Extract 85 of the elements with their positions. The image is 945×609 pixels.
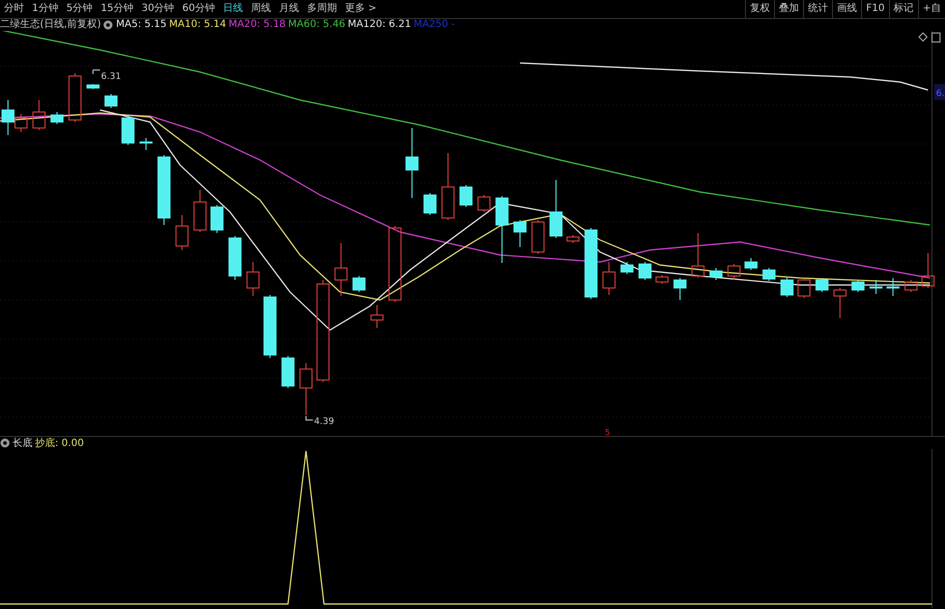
indicator-value: 抄底: 0.00 [35,436,84,450]
toolbar-button[interactable]: 统计 [803,0,832,18]
candlestick [50,112,64,124]
toolbar-button[interactable]: F10 [861,0,889,18]
panel-icon[interactable] [932,32,940,42]
toolbar-button[interactable]: 叠加 [774,0,804,18]
candlestick [140,138,152,150]
candlestick [246,262,260,296]
candlestick [728,264,740,280]
settings-icon[interactable] [0,438,10,448]
candlestick [886,278,900,296]
candlestick [406,128,418,198]
candlestick [710,268,722,280]
candlestick [550,180,562,238]
period-tab[interactable]: 30分钟 [137,0,178,18]
candlestick [566,234,580,244]
moving-average-value: MA5: 5.15 [116,19,167,31]
candlestick [460,184,472,208]
candlestick [300,362,312,416]
toolbar-button[interactable]: +自 [918,0,945,18]
period-tab[interactable]: 1分钟 [28,0,62,18]
candlestick [834,288,846,318]
candlestick [762,268,776,282]
candlestick [282,356,294,388]
candlestick [798,278,810,298]
moving-average-value: MA250 - [414,19,455,31]
candlestick [210,204,224,234]
candlestick [334,242,348,296]
candlestick [816,278,828,292]
candlestick [620,262,634,274]
toolbar-button[interactable]: 标记 [888,0,918,18]
candlestick [442,152,454,220]
candlestick [584,228,598,300]
candlestick [744,258,758,270]
period-tab[interactable]: 更多 > [340,0,381,18]
settings-icon[interactable] [103,20,114,30]
period-tab[interactable]: 多周期 [302,0,341,18]
candlestick [656,274,668,284]
candlestick [496,196,508,264]
moving-average-value: MA60: 5.46 [288,19,346,31]
moving-average-value: MA120: 6.21 [348,19,412,31]
candlestick [424,192,436,216]
period-tab[interactable]: 周线 [246,0,275,18]
period-tab[interactable]: 15分钟 [96,0,138,18]
candlestick [602,262,616,296]
period-tab[interactable]: 60分钟 [178,0,219,18]
period-tab[interactable]: 5分钟 [62,0,97,18]
candlestick [370,304,384,328]
candlestick [904,280,918,292]
moving-average-value: MA10: 5.14 [169,19,226,31]
candlestick [264,294,276,358]
chart-title: 二绿生态(日线,前复权) [0,19,101,31]
diamond-icon[interactable] [918,32,928,42]
candlestick [352,276,366,292]
candlestick [68,72,82,122]
indicator-name: 长底 [12,436,32,450]
candlestick [922,252,934,288]
candlestick [86,84,100,90]
candlestick [852,280,864,292]
period-tab[interactable]: 日线 [218,0,247,18]
toolbar-button[interactable]: 复权 [745,0,774,18]
candlestick [674,278,686,300]
signal-marker: 5 [605,428,610,436]
price-tag: 6. [934,84,945,100]
candlestick [532,220,544,254]
candlestick [122,116,134,146]
toolbar-button[interactable]: 画线 [832,0,862,18]
candlestick [32,100,46,130]
candlestick [158,154,170,226]
pointer-arrow [92,70,100,74]
candlestick [176,214,188,250]
high-price-label: 6.31 [101,72,122,82]
candlestick [514,220,526,248]
moving-average-value: MA20: 5.18 [228,19,286,31]
candlestick [692,232,704,278]
candlestick [870,280,882,294]
candlestick [478,194,490,212]
period-tab[interactable]: 分时 [0,0,28,18]
candlestick [638,262,652,280]
candlestick [228,236,242,280]
candlestick [104,94,118,108]
candlestick [780,278,794,298]
candlestick [194,190,206,232]
low-price-label: 4.39 [314,417,334,427]
period-tab[interactable]: 月线 [274,0,303,18]
